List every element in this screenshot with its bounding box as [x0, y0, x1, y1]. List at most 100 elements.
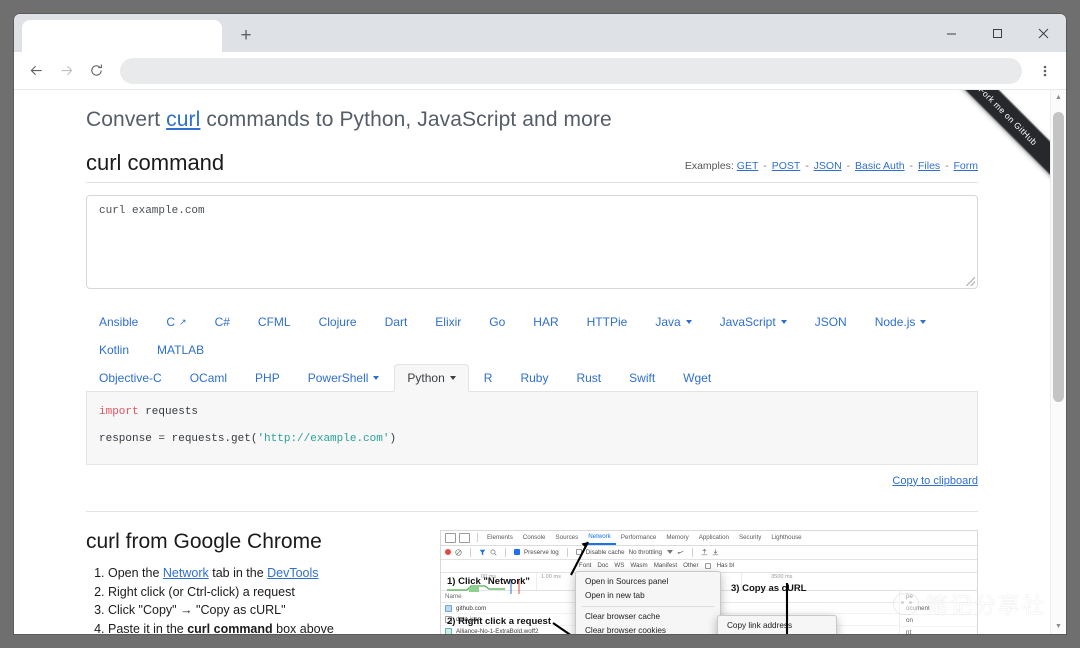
forward-button[interactable] [52, 57, 80, 85]
language-tab-r[interactable]: R [471, 364, 506, 392]
menu-item-clear-browser-cache[interactable]: Clear browser cache [576, 610, 720, 624]
curl-command-input[interactable]: curl example.com [86, 195, 978, 289]
minimize-button[interactable] [928, 14, 974, 52]
textarea-resize-handle[interactable] [966, 277, 975, 286]
menu-item-label: Open in Sources panel [585, 577, 669, 587]
chrome-section-title: curl from Google Chrome [86, 529, 322, 553]
section-title: curl command [86, 150, 225, 175]
language-tab-kotlin[interactable]: Kotlin [86, 336, 142, 364]
example-link-files[interactable]: Files [918, 160, 940, 172]
search-icon[interactable] [490, 549, 497, 556]
export-har-icon[interactable] [712, 548, 719, 556]
browser-tab[interactable] [22, 20, 222, 52]
filter-type-doc[interactable]: Doc [597, 562, 608, 569]
example-link-post[interactable]: POST [772, 160, 801, 172]
step-link-network[interactable]: Network [163, 566, 209, 580]
filter-type-wasm[interactable]: Wasm [630, 562, 647, 569]
page-scrollbar[interactable]: ▲ ▼ [1050, 90, 1066, 634]
language-tab-powershell[interactable]: PowerShell [295, 364, 393, 392]
scroll-up-arrow[interactable]: ▲ [1051, 90, 1066, 105]
page-viewport: Fork me on GitHub Convert curl commands … [14, 90, 1066, 634]
example-link-basic-auth[interactable]: Basic Auth [855, 160, 905, 172]
language-tab-matlab[interactable]: MATLAB [144, 336, 217, 364]
arrow-right-icon [60, 65, 72, 76]
language-tab-javascript[interactable]: JavaScript [707, 308, 800, 336]
external-link-icon: ↗ [179, 316, 187, 327]
language-tab-go[interactable]: Go [476, 308, 518, 336]
language-tab-httpie[interactable]: HTTPie [574, 308, 641, 336]
network-conditions-icon[interactable] [677, 549, 684, 556]
new-tab-button[interactable]: + [232, 21, 260, 49]
language-tab-swift[interactable]: Swift [616, 364, 668, 392]
example-link-get[interactable]: GET [737, 160, 759, 172]
devtools-tab-application[interactable]: Application [694, 534, 734, 541]
language-tab-wget[interactable]: Wget [670, 364, 724, 392]
filter-type-other[interactable]: Other [683, 562, 698, 569]
disable-cache-checkbox[interactable] [575, 549, 582, 556]
devtools-tab-performance[interactable]: Performance [616, 534, 661, 541]
import-har-icon[interactable] [701, 548, 708, 556]
devtools-tab-lighthouse[interactable]: Lighthouse [766, 534, 806, 541]
devtools-screenshot-image: Elements Console Sources Network Performance… [440, 529, 978, 634]
device-toolbar-icon[interactable] [459, 532, 470, 543]
clear-icon[interactable] [455, 549, 462, 556]
language-tab-node-js[interactable]: Node.js [862, 308, 940, 336]
scroll-down-arrow[interactable]: ▼ [1051, 619, 1066, 634]
devtools-tab-console[interactable]: Console [518, 534, 551, 541]
preserve-log-checkbox[interactable] [514, 549, 520, 556]
language-tab-label: Dart [384, 315, 408, 329]
language-tab-ruby[interactable]: Ruby [507, 364, 561, 392]
language-tab-rust[interactable]: Rust [563, 364, 614, 392]
address-bar[interactable] [120, 57, 1022, 84]
example-link-json[interactable]: JSON [814, 160, 842, 172]
devtools-tab-sources[interactable]: Sources [551, 534, 584, 541]
copy-submenu[interactable]: Copy link addressCopy responseCopy as fe… [717, 614, 837, 634]
language-tab-c[interactable]: C ↗ [153, 308, 199, 336]
language-tab-c-[interactable]: C# [202, 308, 243, 336]
hero-curl-link[interactable]: curl [166, 108, 200, 131]
submenu-item-copy-link-address[interactable]: Copy link address [718, 619, 836, 633]
menu-item-open-in-new-tab[interactable]: Open in new tab [576, 589, 720, 603]
language-tab-dart[interactable]: Dart [372, 308, 421, 336]
devtools-tab-network[interactable]: Network [583, 531, 616, 546]
language-tab-elixir[interactable]: Elixir [422, 308, 474, 336]
language-tab-java[interactable]: Java [642, 308, 704, 336]
close-button[interactable] [1020, 14, 1066, 52]
filter-type-font[interactable]: Font [579, 562, 591, 569]
chrome-step: Open the Network tab in the DevTools [108, 564, 416, 583]
submenu-item-copy-response[interactable]: Copy response [718, 633, 836, 634]
menu-item-open-in-sources-panel[interactable]: Open in Sources panel [576, 575, 720, 589]
step-text: box above [272, 622, 334, 634]
disable-cache-label: Disable cache [585, 548, 625, 556]
language-tab-ocaml[interactable]: OCaml [177, 364, 240, 392]
filter-type-manifest[interactable]: Manifest [654, 562, 677, 569]
example-link-form[interactable]: Form [954, 160, 979, 172]
language-tab-ansible[interactable]: Ansible [86, 308, 151, 336]
inspect-element-icon[interactable] [445, 532, 456, 543]
devtools-tab-elements[interactable]: Elements [482, 534, 518, 541]
back-button[interactable] [22, 57, 50, 85]
language-tab-json[interactable]: JSON [802, 308, 860, 336]
language-tab-php[interactable]: PHP [242, 364, 293, 392]
language-tab-python[interactable]: Python [394, 364, 469, 392]
record-icon[interactable] [445, 549, 451, 556]
filter-type-ws[interactable]: WS [614, 562, 624, 569]
throttling-select[interactable]: No throttling [629, 549, 662, 556]
has-blocked-checkbox[interactable] [704, 562, 711, 569]
reload-button[interactable] [82, 57, 110, 85]
language-tab-objective-c[interactable]: Objective-C [86, 364, 175, 392]
scrollbar-thumb[interactable] [1053, 112, 1064, 402]
filter-icon[interactable] [479, 549, 486, 556]
menu-item-clear-browser-cookies[interactable]: Clear browser cookies [576, 624, 720, 634]
maximize-button[interactable] [974, 14, 1020, 52]
font-icon [445, 627, 452, 634]
copy-to-clipboard-link[interactable]: Copy to clipboard [892, 475, 978, 487]
devtools-tab-security[interactable]: Security [734, 534, 766, 541]
browser-menu-button[interactable] [1032, 57, 1058, 85]
language-tab-cfml[interactable]: CFML [245, 308, 304, 336]
language-tab-har[interactable]: HAR [520, 308, 571, 336]
request-context-menu[interactable]: Open in Sources panel Open in new tab Clea… [575, 570, 721, 634]
language-tab-clojure[interactable]: Clojure [306, 308, 370, 336]
step-link-devtools[interactable]: DevTools [267, 566, 318, 580]
devtools-tab-memory[interactable]: Memory [661, 534, 693, 541]
